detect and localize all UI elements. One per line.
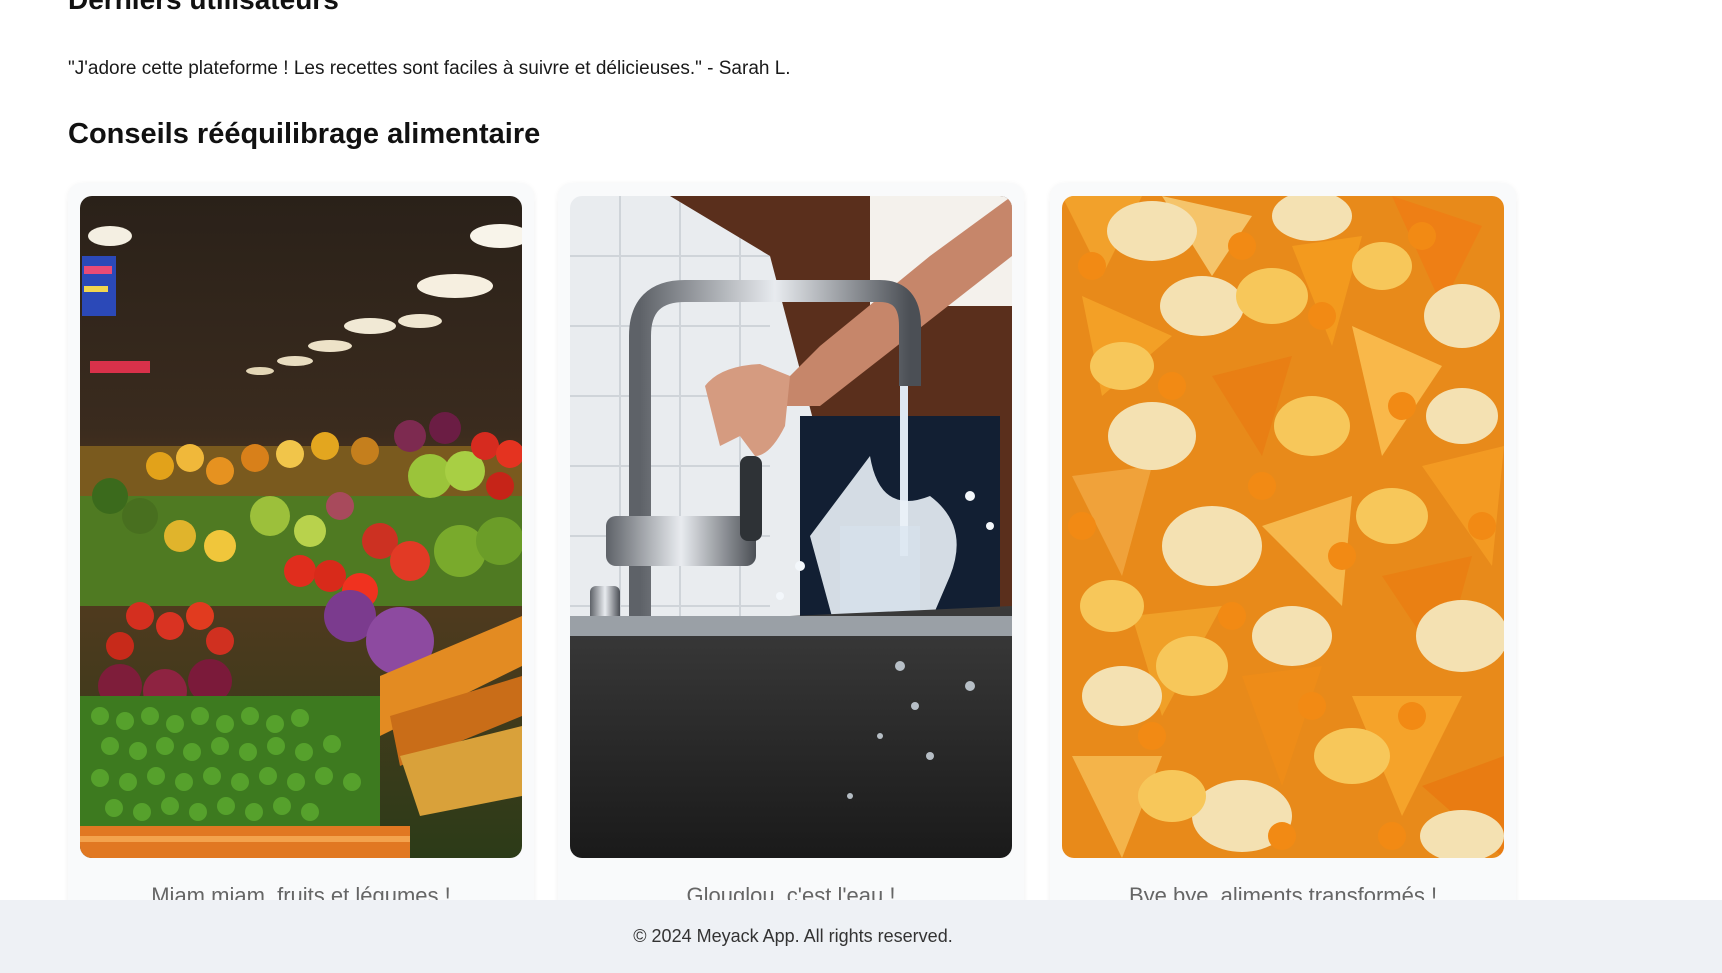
testimonial-text: "J'adore cette plateforme ! Les recettes… xyxy=(68,58,791,79)
market-produce-image xyxy=(80,196,522,858)
tap-water-image xyxy=(570,196,1012,858)
latest-users-heading: Derniers utilisateurs xyxy=(68,0,339,16)
tip-card-water[interactable]: Glouglou, c'est l'eau ! xyxy=(558,183,1024,923)
tip-card-processed-food[interactable]: Bye bye, aliments transformés ! xyxy=(1050,183,1516,923)
footer-copyright: © 2024 Meyack App. All rights reserved. xyxy=(633,926,953,946)
diet-tips-heading: Conseils rééquilibrage alimentaire xyxy=(68,118,541,150)
chips-snacks-image xyxy=(1062,196,1504,858)
page-footer: © 2024 Meyack App. All rights reserved. xyxy=(0,900,1722,973)
tip-card-fruits-vegetables[interactable]: Miam miam, fruits et légumes ! xyxy=(68,183,534,923)
